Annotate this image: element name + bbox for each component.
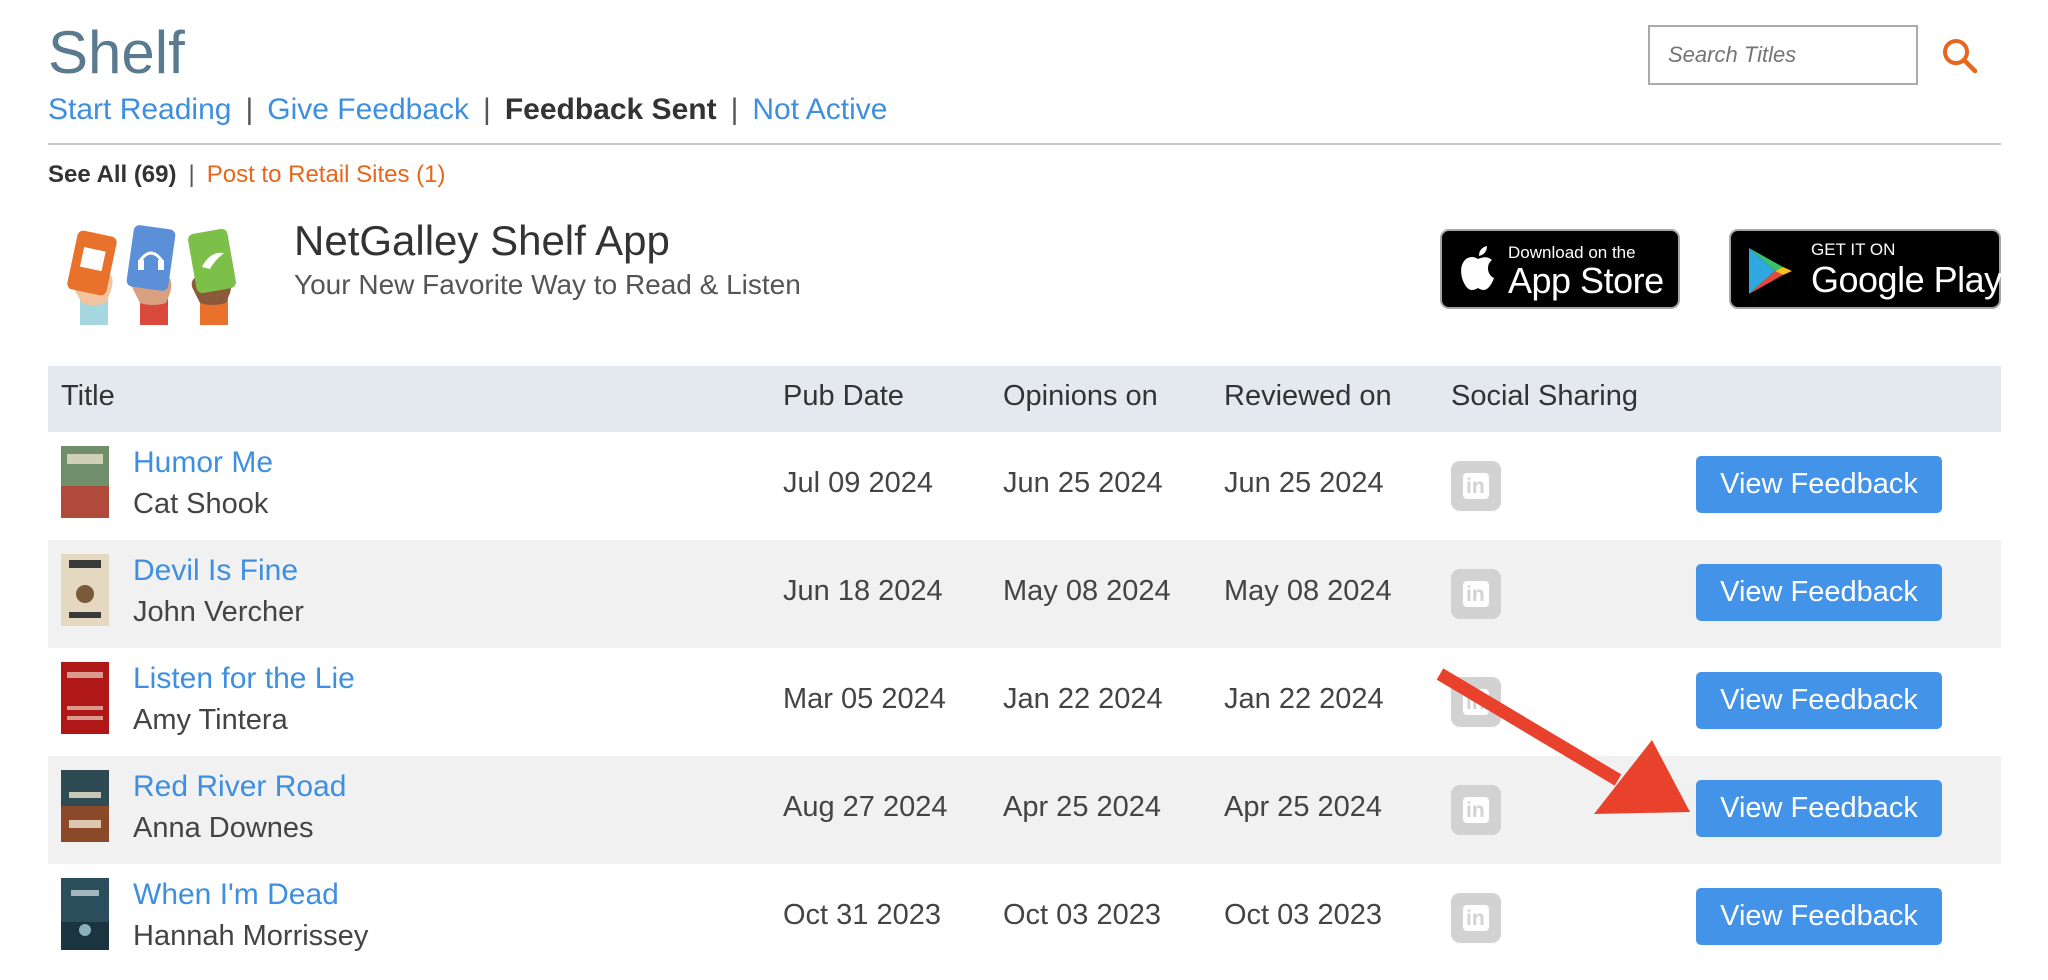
search-box — [1648, 25, 1918, 85]
book-cover[interactable] — [61, 446, 109, 518]
shelf-nav: Start Reading | Give Feedback | Feedback Sen… — [48, 90, 887, 130]
view-feedback-button[interactable]: View Feedback — [1696, 456, 1942, 513]
book-title[interactable]: Red River Road — [133, 770, 346, 804]
opinions-date: Apr 25 2024 — [1003, 791, 1162, 823]
nav-not-active[interactable]: Not Active — [752, 93, 887, 126]
col-social: Social Sharing — [1451, 380, 1638, 412]
table-row: Red River Road Anna Downes Aug 27 2024 A… — [48, 756, 2001, 864]
col-reviewed: Reviewed on — [1224, 380, 1392, 412]
book-cover[interactable] — [61, 554, 109, 626]
filter-see-all[interactable]: See All (69) — [48, 161, 177, 188]
pub-date: Jul 09 2024 — [783, 467, 933, 499]
book-title[interactable]: Listen for the Lie — [133, 662, 355, 696]
filter-subnav: See All (69) | Post to Retail Sites (1) — [48, 158, 446, 192]
linkedin-icon[interactable]: in — [1451, 785, 1501, 835]
shelf-page: Shelf Start Reading | Give Feedback | Feedba… — [0, 0, 2048, 980]
book-author: Amy Tintera — [133, 704, 288, 736]
reviewed-date: Apr 25 2024 — [1224, 791, 1383, 823]
col-pub-date: Pub Date — [783, 380, 904, 412]
google-play-small: GET IT ON — [1811, 240, 1896, 259]
pub-date: Oct 31 2023 — [783, 899, 941, 931]
promo-subtitle: Your New Favorite Way to Read & Listen — [294, 269, 801, 300]
pub-date: Aug 27 2024 — [783, 791, 948, 823]
google-play-badge[interactable]: GET IT ON Google Play — [1729, 229, 2002, 309]
book-cover[interactable] — [61, 770, 109, 842]
col-opinions: Opinions on — [1003, 380, 1158, 412]
filter-post-retail[interactable]: Post to Retail Sites (1) — [207, 161, 446, 188]
search-icon[interactable] — [1938, 34, 1982, 78]
nav-separator: | — [483, 93, 491, 126]
view-feedback-button[interactable]: View Feedback — [1696, 888, 1942, 945]
header-divider — [48, 143, 2001, 145]
opinions-date: May 08 2024 — [1003, 575, 1171, 607]
table-row: Humor Me Cat Shook Jul 09 2024 Jun 25 20… — [48, 432, 2001, 540]
opinions-date: Oct 03 2023 — [1003, 899, 1161, 931]
opinions-date: Jan 22 2024 — [1003, 683, 1163, 715]
reviewed-date: Oct 03 2023 — [1224, 899, 1382, 931]
book-title[interactable]: Devil Is Fine — [133, 554, 298, 588]
linkedin-icon[interactable]: in — [1451, 569, 1501, 619]
nav-separator: | — [245, 93, 254, 126]
linkedin-icon[interactable]: in — [1451, 461, 1501, 511]
shelf-app-hands-illustration — [64, 225, 249, 330]
reviewed-date: May 08 2024 — [1224, 575, 1392, 607]
nav-separator: | — [730, 93, 739, 126]
book-cover[interactable] — [61, 662, 109, 734]
view-feedback-button[interactable]: View Feedback — [1696, 780, 1942, 837]
promo-title: NetGalley Shelf App — [294, 217, 670, 264]
apple-icon — [1458, 245, 1498, 298]
linkedin-icon[interactable]: in — [1451, 893, 1501, 943]
table-header: Title Pub Date Opinions on Reviewed on S… — [48, 366, 2001, 432]
pub-date: Mar 05 2024 — [783, 683, 946, 715]
view-feedback-button[interactable]: View Feedback — [1696, 672, 1942, 729]
pub-date: Jun 18 2024 — [783, 575, 943, 607]
reviewed-date: Jun 25 2024 — [1224, 467, 1384, 499]
nav-feedback-sent[interactable]: Feedback Sent — [505, 93, 717, 126]
nav-start-reading[interactable]: Start Reading — [48, 93, 231, 126]
page-title: Shelf — [48, 19, 185, 86]
book-author: Cat Shook — [133, 488, 269, 520]
reviewed-date: Jan 22 2024 — [1224, 683, 1384, 715]
book-cover[interactable] — [61, 878, 109, 950]
view-feedback-button[interactable]: View Feedback — [1696, 564, 1942, 621]
table-row: When I'm Dead Hannah Morrissey Oct 31 20… — [48, 864, 2001, 972]
book-author: John Vercher — [133, 596, 304, 628]
table-row: Listen for the Lie Amy Tintera Mar 05 20… — [48, 648, 2001, 756]
book-title[interactable]: When I'm Dead — [133, 878, 339, 912]
google-play-icon — [1745, 245, 1795, 302]
table-row: Devil Is Fine John Vercher Jun 18 2024 M… — [48, 540, 2001, 648]
opinions-date: Jun 25 2024 — [1003, 467, 1163, 499]
book-author: Hannah Morrissey — [133, 920, 369, 952]
linkedin-icon[interactable]: in — [1451, 677, 1501, 727]
book-author: Anna Downes — [133, 812, 314, 844]
search-input[interactable] — [1650, 27, 1916, 83]
col-title: Title — [61, 380, 115, 412]
app-store-badge[interactable]: Download on the App Store — [1440, 229, 1680, 309]
nav-give-feedback[interactable]: Give Feedback — [267, 93, 469, 126]
google-play-big: Google Play — [1811, 259, 2002, 300]
book-title[interactable]: Humor Me — [133, 446, 273, 480]
filter-separator: | — [188, 161, 195, 188]
feedback-table: Title Pub Date Opinions on Reviewed on S… — [48, 366, 2001, 972]
app-store-big: App Store — [1508, 260, 1664, 301]
